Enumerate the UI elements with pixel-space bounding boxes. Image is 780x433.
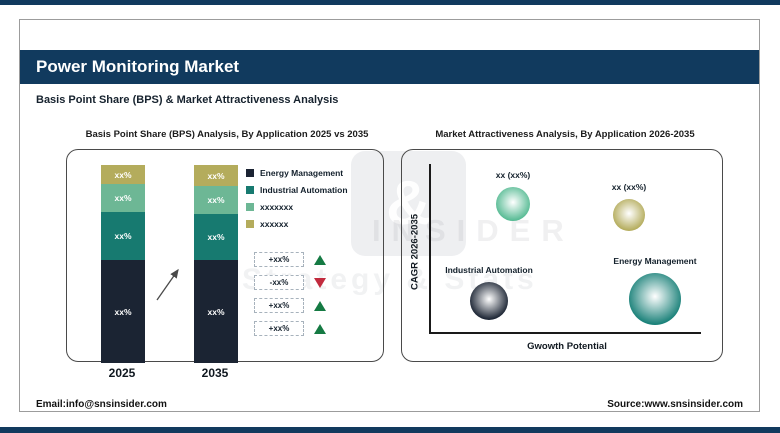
trend-up-icon <box>314 323 326 334</box>
segment-value-label: xx% <box>114 193 132 203</box>
bubble-point <box>629 273 681 325</box>
bar-segment: xx% <box>194 214 238 260</box>
bar-category-2035: 2035 <box>201 366 229 380</box>
legend-swatch <box>246 219 254 228</box>
segment-value-label: xx% <box>114 169 132 180</box>
bubble-point <box>470 282 508 320</box>
bottom-accent-strip <box>0 427 780 433</box>
segment-value-label: xx% <box>207 306 225 317</box>
delta-value: -xx% <box>269 278 289 287</box>
trend-up-icon <box>314 254 326 265</box>
delta-row: +xx% <box>254 321 326 336</box>
bps-delta-list: +xx% -xx% +xx% +xx% <box>254 252 326 344</box>
legend-item: Energy Management <box>246 164 348 181</box>
bubble-point <box>496 187 530 221</box>
top-accent-strip <box>0 0 780 5</box>
delta-row: +xx% <box>254 298 326 313</box>
segment-value-label: xx% <box>114 231 132 241</box>
legend-label: Energy Management <box>260 167 344 178</box>
delta-value-box: -xx% <box>254 275 304 290</box>
delta-row: -xx% <box>254 275 326 290</box>
legend-swatch <box>246 185 254 194</box>
trend-down-icon <box>314 277 326 288</box>
legend-item: Industrial Automation <box>246 181 348 198</box>
bar-segment: xx% <box>101 212 145 260</box>
delta-value: +xx% <box>268 255 290 264</box>
legend-label: xxxxxx <box>260 218 289 229</box>
legend-swatch <box>246 202 254 211</box>
bubble-label: Energy Management <box>613 256 697 266</box>
legend-item: xxxxxxx <box>246 198 348 215</box>
footer-source: Source:www.snsinsider.com <box>607 399 743 410</box>
stacked-bar-2035: xx% xx% xx% xx% <box>194 165 238 363</box>
delta-value-box: +xx% <box>254 298 304 313</box>
segment-value-label: xx% <box>207 232 225 242</box>
infographic-card: & INSIDER Strategy & Stats Power Monitor… <box>19 19 760 412</box>
attractiveness-chart-title: Market Attractiveness Analysis, By Appli… <box>435 129 695 140</box>
delta-row: +xx% <box>254 252 326 267</box>
bubble-label: xx (xx%) <box>611 182 647 192</box>
bps-analysis-panel: xx% xx% xx% xx% xx% xx% xx% xx% Energy Managem… <box>66 149 384 363</box>
legend-swatch <box>246 168 254 177</box>
segment-value-label: xx% <box>114 306 132 317</box>
bubble-label: Industrial Automation <box>445 265 533 275</box>
bar-segment: xx% <box>194 165 238 186</box>
attractiveness-panel: CAGR 2026-2035 Gwowth Potential xx (xx%)… <box>401 149 723 362</box>
legend-label: Industrial Automation <box>260 184 348 195</box>
bps-chart-title: Basis Point Share (BPS) Analysis, By App… <box>85 129 369 140</box>
bar-segment: xx% <box>194 260 238 363</box>
stacked-bar-2025: xx% xx% xx% xx% <box>101 165 145 363</box>
bar-segment: xx% <box>101 260 145 363</box>
legend-label: xxxxxxx <box>260 201 294 212</box>
footer-email: Email:info@snsinsider.com <box>36 399 167 410</box>
page-subtitle: Basis Point Share (BPS) & Market Attract… <box>36 94 339 106</box>
delta-value-box: +xx% <box>254 252 304 267</box>
growth-arrow-icon <box>156 268 179 301</box>
bar-category-2025: 2025 <box>108 366 136 380</box>
page-title: Power Monitoring Market <box>36 57 240 76</box>
bps-legend: Energy Management Industrial Automation xx… <box>246 164 348 232</box>
delta-value-box: +xx% <box>254 321 304 336</box>
segment-value-label: xx% <box>207 170 225 181</box>
delta-value: +xx% <box>268 301 290 310</box>
bar-segment: xx% <box>101 165 145 184</box>
trend-up-icon <box>314 300 326 311</box>
segment-value-label: xx% <box>207 195 225 205</box>
bubble-label: xx (xx%) <box>495 170 531 180</box>
bubble-point <box>613 199 645 231</box>
legend-item: xxxxxx <box>246 215 348 232</box>
delta-value: +xx% <box>268 324 290 333</box>
title-bar: Power Monitoring Market <box>20 50 759 84</box>
bar-segment: xx% <box>101 184 145 212</box>
bubble-plot-area: xx (xx%) xx (xx%) Industrial Automation Ene… <box>402 150 722 361</box>
bar-segment: xx% <box>194 186 238 214</box>
